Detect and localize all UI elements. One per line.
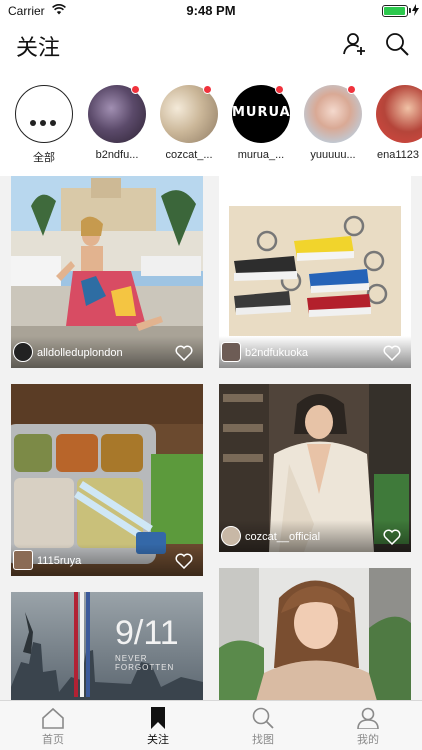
new-post-dot	[347, 85, 356, 94]
tab-profile[interactable]: 我的	[338, 707, 398, 747]
home-icon	[42, 707, 64, 729]
story-yuuuuu[interactable]: yuuuuu...	[299, 85, 367, 161]
bookmark-icon	[151, 707, 165, 729]
post-username[interactable]: alldolleduplondon	[37, 347, 123, 359]
stories-row[interactable]: 全部 b2ndfu... cozcat_... MURUA murua_... …	[0, 70, 422, 176]
user-avatar[interactable]	[221, 342, 241, 362]
heart-icon[interactable]	[383, 345, 401, 361]
story-label: murua_...	[237, 149, 285, 161]
post-card[interactable]: cozcat__official	[219, 384, 411, 552]
top-bar: 关注	[0, 22, 422, 70]
feed-grid[interactable]: alldolleduplondon b2ndfukuoka 1115ruya c…	[0, 176, 422, 700]
tab-label: 关注	[147, 733, 169, 746]
story-label: yuuuuu...	[310, 149, 356, 161]
story-ena1123[interactable]: ena1123	[371, 85, 422, 161]
heart-icon[interactable]	[383, 529, 401, 545]
tab-find[interactable]: 找图	[233, 707, 293, 747]
new-post-dot	[275, 85, 284, 94]
post-card[interactable]: b2ndfukuoka	[219, 176, 411, 368]
battery-tip	[409, 8, 411, 13]
heart-icon[interactable]	[175, 345, 193, 361]
post-card[interactable]	[219, 568, 411, 700]
tab-label: 首页	[42, 733, 64, 746]
page-title: 关注	[16, 36, 61, 61]
story-label: 全部	[33, 152, 55, 164]
search-icon[interactable]	[384, 31, 410, 57]
story-murua[interactable]: MURUA murua_...	[227, 85, 295, 161]
tab-bar: 首页 关注 找图 我的	[0, 700, 422, 750]
user-avatar[interactable]	[221, 526, 241, 546]
story-all[interactable]: 全部	[10, 85, 78, 165]
tab-following[interactable]: 关注	[128, 707, 188, 747]
search-icon	[252, 707, 274, 729]
poster-title: 9/11	[115, 614, 179, 652]
story-cozcat[interactable]: cozcat_...	[155, 85, 223, 161]
story-b2ndfukuoka[interactable]: b2ndfu...	[83, 85, 151, 161]
battery-level	[384, 7, 405, 15]
post-username[interactable]: cozcat__official	[245, 531, 320, 543]
status-bar: Carrier 9:48 PM	[0, 0, 422, 22]
post-username[interactable]: 1115ruya	[37, 555, 81, 567]
post-card[interactable]: 1115ruya	[11, 384, 203, 576]
post-card[interactable]: 9/11 NEVER FORGOTTEN	[11, 592, 203, 700]
user-avatar[interactable]	[13, 342, 33, 362]
poster-subtitle: NEVER FORGOTTEN	[115, 654, 175, 672]
post-username[interactable]: b2ndfukuoka	[245, 347, 308, 359]
more-icon	[15, 85, 73, 143]
avatar	[304, 85, 362, 143]
heart-icon[interactable]	[175, 553, 193, 569]
user-avatar[interactable]	[13, 550, 33, 570]
avatar: MURUA	[232, 85, 290, 143]
battery-icon	[382, 5, 408, 17]
charging-icon	[412, 4, 419, 16]
story-label: b2ndfu...	[95, 149, 139, 161]
story-label: ena1123	[377, 149, 420, 161]
new-post-dot	[131, 85, 140, 94]
avatar	[160, 85, 218, 143]
avatar	[376, 85, 422, 143]
murua-logo: MURUA	[232, 105, 290, 120]
post-photo	[219, 568, 411, 700]
tab-home[interactable]: 首页	[23, 707, 83, 747]
story-label: cozcat_...	[165, 149, 213, 161]
tab-label: 我的	[357, 733, 379, 746]
profile-icon	[357, 707, 379, 729]
new-post-dot	[203, 85, 212, 94]
avatar	[88, 85, 146, 143]
add-user-icon[interactable]	[342, 31, 368, 57]
clock: 9:48 PM	[186, 3, 236, 18]
post-card[interactable]: alldolleduplondon	[11, 176, 203, 368]
tab-label: 找图	[252, 733, 274, 746]
